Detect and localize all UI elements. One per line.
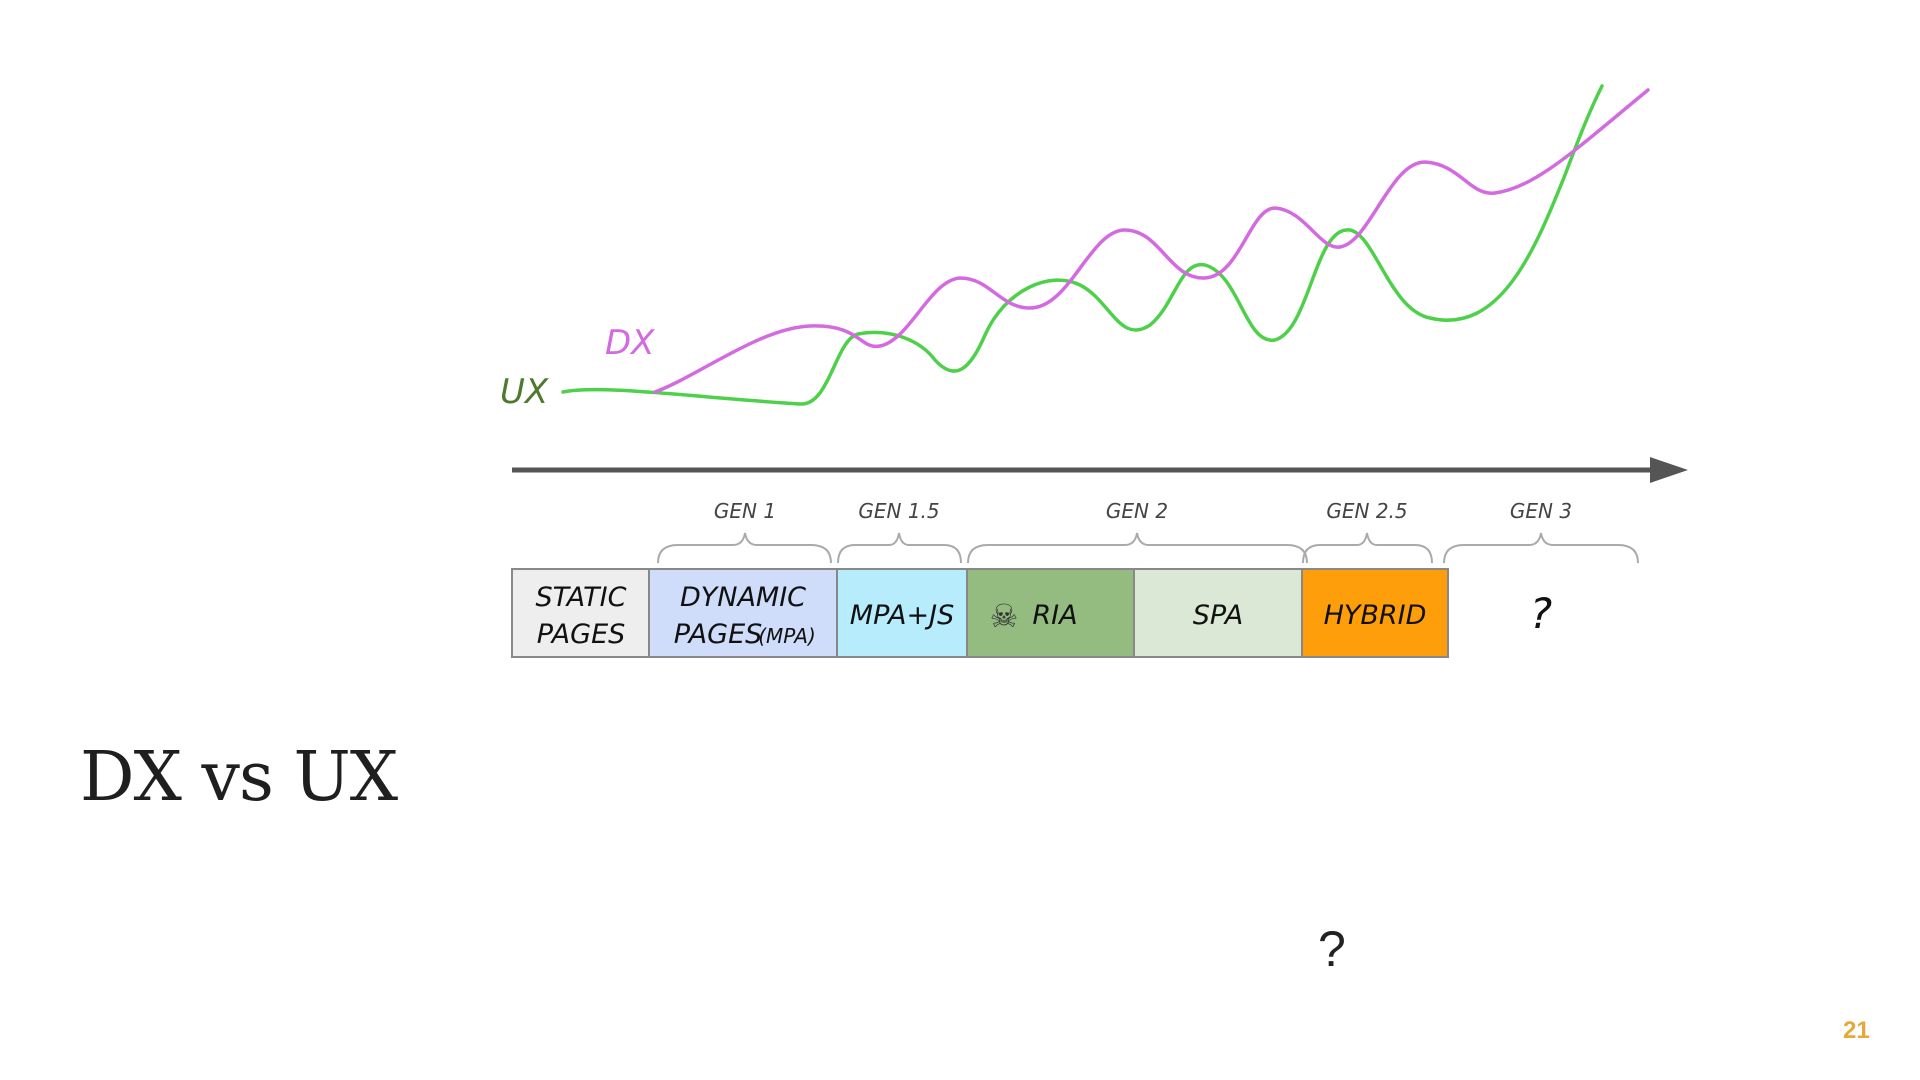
stage-label-static: STATIC xyxy=(536,582,627,613)
generation-label: GEN 2 xyxy=(1106,499,1168,523)
stage-label-spa: SPA xyxy=(1193,600,1244,631)
timeline-arrow-head xyxy=(1650,457,1688,483)
generation-label: GEN 1.5 xyxy=(858,499,939,523)
stage-label-mpa-note: (MPA) xyxy=(758,624,816,648)
dx-curve xyxy=(653,88,1650,394)
web-evolution-diagram: DX UX GEN 1 GEN 1.5 GEN 2 GEN 2.5 GEN 3 xyxy=(500,84,1688,658)
ux-curve xyxy=(561,84,1604,406)
generation-label: GEN 3 xyxy=(1510,499,1572,523)
stage-label-ria: RIA xyxy=(1032,600,1077,631)
page-number: 21 xyxy=(1843,1017,1870,1044)
stage-label-hybrid: HYBRID xyxy=(1324,600,1427,631)
stage-label-unknown: ? xyxy=(1530,589,1552,638)
stage-label-pages: PAGES xyxy=(537,619,626,650)
stage-label-dynamic-pages: PAGES xyxy=(674,619,763,650)
slide-title: DX vs UX xyxy=(80,738,398,817)
slide: DX UX GEN 1 GEN 1.5 GEN 2 GEN 2.5 GEN 3 xyxy=(0,0,1920,1080)
question-mark-text: ? xyxy=(1318,921,1346,977)
generation-label: GEN 1 xyxy=(714,499,776,523)
generation-brace xyxy=(657,532,832,564)
generation-brace xyxy=(837,532,962,564)
stage-label-mpa-js: MPA+JS xyxy=(850,600,954,631)
dx-label: DX xyxy=(605,323,655,363)
skull-crossbones-icon: ☠ xyxy=(990,597,1019,635)
ux-label: UX xyxy=(500,372,549,412)
stage-label-dynamic: DYNAMIC xyxy=(680,582,806,613)
generation-brace xyxy=(1443,532,1639,564)
generation-brace xyxy=(1302,532,1433,564)
generation-label: GEN 2.5 xyxy=(1326,499,1407,523)
generation-brace xyxy=(967,532,1308,564)
